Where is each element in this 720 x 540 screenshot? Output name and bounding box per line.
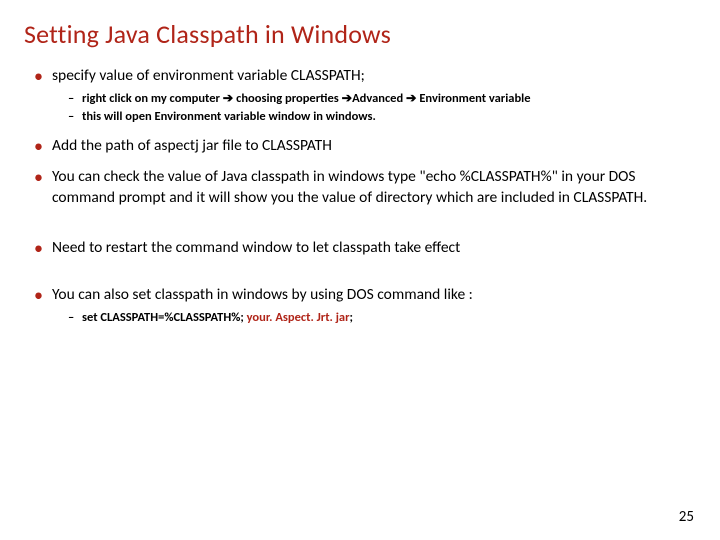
bullet-text: Add the path of aspectj jar file to CLAS… bbox=[52, 136, 332, 155]
bullet-list: specify value of environment variable CL… bbox=[34, 66, 686, 327]
text-part: Environment variable bbox=[417, 91, 531, 106]
bullet-item-4: Need to restart the command window to le… bbox=[34, 238, 686, 259]
arrow-icon: ➔ bbox=[223, 91, 233, 106]
bullet-item-1: specify value of environment variable CL… bbox=[34, 66, 686, 126]
bullet-item-2: Add the path of aspectj jar file to CLAS… bbox=[34, 136, 686, 157]
slide: Setting Java Classpath in Windows specif… bbox=[0, 0, 720, 540]
sub-list-2: set CLASSPATH=%CLASSPATH%; your. Aspect.… bbox=[52, 310, 686, 327]
page-number: 25 bbox=[679, 508, 694, 526]
bullet-text: Need to restart the command window to le… bbox=[52, 238, 460, 257]
sub-item: right click on my computer ➔ choosing pr… bbox=[68, 91, 686, 108]
bullet-item-3: You can check the value of Java classpat… bbox=[34, 167, 686, 209]
bullet-text: You can also set classpath in windows by… bbox=[52, 285, 473, 304]
text-part: right click on my computer bbox=[82, 91, 223, 106]
text-part: choosing properties bbox=[233, 91, 341, 106]
bullet-text: specify value of environment variable CL… bbox=[52, 66, 365, 85]
bullet-item-5: You can also set classpath in windows by… bbox=[34, 285, 686, 327]
sub-list-1: right click on my computer ➔ choosing pr… bbox=[52, 91, 686, 126]
sub-item: set CLASSPATH=%CLASSPATH%; your. Aspect.… bbox=[68, 310, 686, 327]
highlighted-text: your. Aspect. Jrt. jar bbox=[247, 310, 350, 325]
bullet-text: You can check the value of Java classpat… bbox=[52, 167, 647, 207]
text-part: set CLASSPATH=%CLASSPATH%; bbox=[82, 310, 247, 325]
text-part: ; bbox=[350, 310, 353, 325]
arrow-icon: ➔ bbox=[406, 91, 416, 106]
sub-item: this will open Environment variable wind… bbox=[68, 109, 686, 126]
slide-title: Setting Java Classpath in Windows bbox=[24, 18, 686, 50]
text-part: Advanced bbox=[352, 91, 406, 106]
arrow-icon: ➔ bbox=[342, 91, 352, 106]
